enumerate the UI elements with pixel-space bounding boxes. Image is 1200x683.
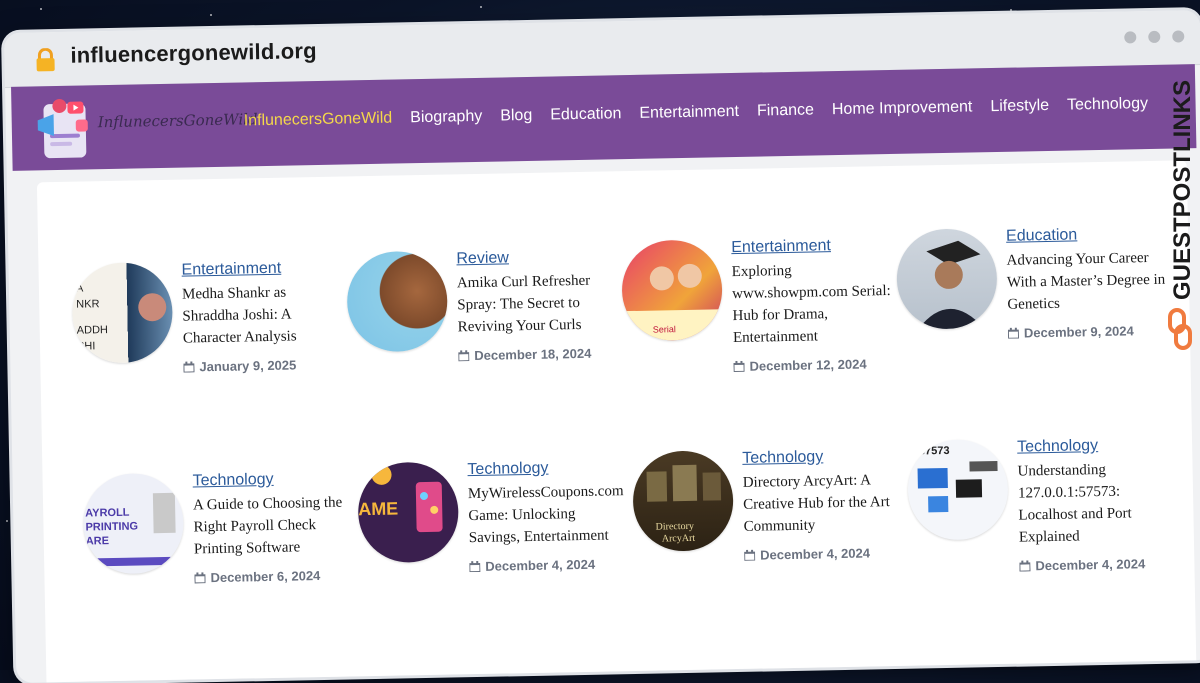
post-thumbnail[interactable]: Serial <box>621 239 724 342</box>
post-title-link[interactable]: Understanding 127.0.0.1:57573: Localhost… <box>1017 458 1179 549</box>
post-card: Serial Entertainment Exploring www.showp… <box>621 236 899 381</box>
post-card: AYROLL PRINTING ARE Technology A Guide to … <box>82 469 360 614</box>
calendar-icon <box>744 549 756 561</box>
calendar-icon <box>183 361 195 373</box>
chain-link-icon <box>1168 308 1192 350</box>
post-thumbnail[interactable]: A NKR ADDH SHI <box>71 261 174 364</box>
logo-text[interactable]: InflunecersGoneWild <box>98 110 258 131</box>
svg-text:NKR: NKR <box>76 298 100 310</box>
megaphone-logo-icon[interactable] <box>33 95 94 162</box>
svg-text:ADDH: ADDH <box>77 324 108 337</box>
post-date-text: December 6, 2024 <box>210 568 321 586</box>
main-menu: InflunecersGoneWild Biography Blog Educa… <box>244 95 1149 130</box>
post-category-link[interactable]: Entertainment <box>731 236 891 257</box>
post-date-text: December 18, 2024 <box>474 345 592 364</box>
post-thumbnail[interactable]: AME <box>357 461 460 564</box>
svg-text:ArcyArt: ArcyArt <box>662 533 696 545</box>
post-date: January 9, 2025 <box>183 357 343 375</box>
browser-window: influencergonewild.org InflunecersGoneWi… <box>4 10 1200 683</box>
svg-text:Serial: Serial <box>653 324 676 334</box>
post-thumbnail[interactable] <box>346 250 449 353</box>
post-card: AME Technology MyWirelessCoupons.com Gam… <box>357 458 635 603</box>
post-date: December 6, 2024 <box>194 567 354 585</box>
svg-text:AME: AME <box>358 499 398 520</box>
post-category-link[interactable]: Technology <box>742 447 902 468</box>
svg-text:PRINTING: PRINTING <box>85 521 138 534</box>
nav-item-technology[interactable]: Technology <box>1067 95 1148 115</box>
svg-text:1:57573: 1:57573 <box>909 445 950 458</box>
guestpostlinks-watermark: GUESTPOSTLINKS <box>1168 80 1196 350</box>
nav-item-blog[interactable]: Blog <box>500 107 532 126</box>
nav-item-biography[interactable]: Biography <box>410 108 482 127</box>
post-title-link[interactable]: A Guide to Choosing the Right Payroll Ch… <box>193 491 354 560</box>
post-date-text: December 4, 2024 <box>760 545 871 563</box>
post-card: 1:57573 Technology Understanding 127.0.0… <box>906 435 1185 580</box>
nav-item-home[interactable]: InflunecersGoneWild <box>244 110 393 131</box>
post-category-link[interactable]: Education <box>1006 225 1166 246</box>
nav-item-home-improvement[interactable]: Home Improvement <box>832 98 973 119</box>
post-category-link[interactable]: Technology <box>192 469 352 490</box>
post-date-text: January 9, 2025 <box>199 357 297 375</box>
lock-icon <box>36 47 55 72</box>
post-title-link[interactable]: Exploring www.showpm.com Serial: Hub for… <box>732 258 894 349</box>
svg-text:SHI: SHI <box>77 340 96 352</box>
calendar-icon <box>194 572 206 584</box>
post-grid: A NKR ADDH SHI Entertainment Medha Shankr a… <box>36 160 1197 683</box>
post-card: A NKR ADDH SHI Entertainment Medha Shankr a… <box>71 258 349 403</box>
post-category-link[interactable]: Technology <box>467 458 627 479</box>
calendar-icon <box>1019 560 1031 572</box>
url-text[interactable]: influencergonewild.org <box>70 38 317 69</box>
post-category-link[interactable]: Entertainment <box>181 259 341 280</box>
guestpostlinks-text: GUESTPOSTLINKS <box>1169 80 1196 300</box>
post-date-text: December 4, 2024 <box>485 556 596 574</box>
post-category-link[interactable]: Technology <box>1017 436 1177 457</box>
post-thumbnail[interactable]: AYROLL PRINTING ARE <box>82 472 185 575</box>
post-thumbnail[interactable]: Directory ArcyArt <box>632 450 735 552</box>
post-date-text: December 12, 2024 <box>749 356 867 374</box>
post-title-link[interactable]: Advancing Your Career With a Master’s De… <box>1006 247 1167 316</box>
calendar-icon <box>733 360 745 373</box>
post-date-text: December 9, 2024 <box>1023 323 1134 341</box>
svg-text:Directory: Directory <box>655 521 694 533</box>
post-card: Directory ArcyArt Technology Directory Ar… <box>632 447 910 592</box>
post-date: December 18, 2024 <box>458 345 618 363</box>
post-title-link[interactable]: MyWirelessCoupons.com Game: Unlocking Sa… <box>468 480 629 549</box>
svg-text:A: A <box>76 283 84 295</box>
post-card: Education Advancing Your Career With a M… <box>895 225 1174 370</box>
window-dot-icon[interactable] <box>1172 30 1185 43</box>
post-category-link[interactable]: Review <box>456 247 616 268</box>
nav-item-entertainment[interactable]: Entertainment <box>639 103 739 123</box>
svg-text:ARE: ARE <box>86 535 109 547</box>
post-thumbnail[interactable]: 1:57573 <box>906 438 1009 541</box>
post-title-link[interactable]: Directory ArcyArt: A Creative Hub for th… <box>743 469 904 538</box>
post-date-text: December 4, 2024 <box>1035 556 1146 574</box>
post-date: December 12, 2024 <box>733 356 893 374</box>
nav-item-lifestyle[interactable]: Lifestyle <box>990 97 1049 116</box>
post-title-link[interactable]: Medha Shankr as Shraddha Joshi: A Charac… <box>182 281 343 350</box>
window-dot-icon[interactable] <box>1148 30 1161 44</box>
window-dot-icon[interactable] <box>1124 31 1137 44</box>
post-card: Review Amika Curl Refresher Spray: The S… <box>346 247 624 392</box>
post-date: December 4, 2024 <box>469 556 629 574</box>
calendar-icon <box>1007 327 1020 339</box>
nav-item-education[interactable]: Education <box>550 105 622 124</box>
nav-item-finance[interactable]: Finance <box>757 101 814 120</box>
post-date: December 4, 2024 <box>744 545 904 563</box>
post-title-link[interactable]: Amika Curl Refresher Spray: The Secret t… <box>457 269 618 338</box>
post-date: December 4, 2024 <box>1019 556 1179 574</box>
calendar-icon <box>458 350 470 362</box>
window-controls <box>1124 30 1185 44</box>
post-thumbnail[interactable] <box>895 227 998 330</box>
calendar-icon <box>469 560 481 573</box>
svg-text:AYROLL: AYROLL <box>85 507 130 520</box>
post-date: December 9, 2024 <box>1007 323 1168 341</box>
